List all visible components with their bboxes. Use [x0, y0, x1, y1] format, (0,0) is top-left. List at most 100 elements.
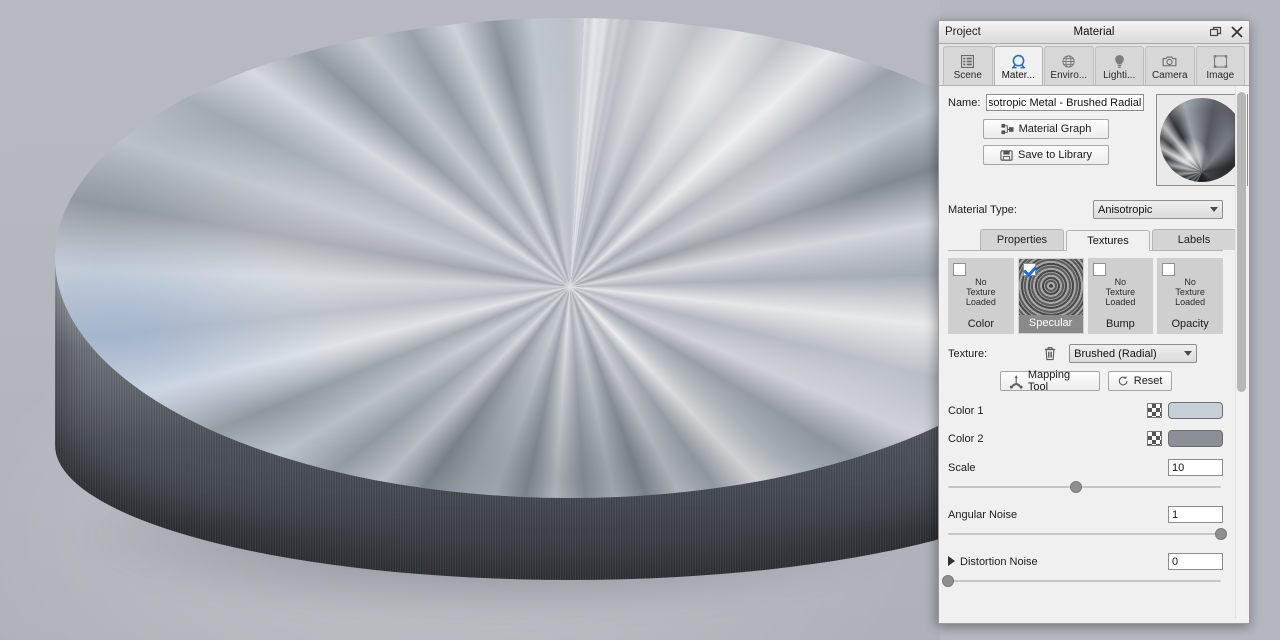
- texture-slot-specular-caption: Specular: [1019, 315, 1083, 333]
- color-1-swatch[interactable]: [1168, 402, 1223, 419]
- tab-scene-label: Scene: [954, 71, 982, 81]
- material-type-label: Material Type:: [948, 204, 1017, 216]
- texture-slot-color[interactable]: NoTextureLoaded Color: [948, 258, 1014, 334]
- subtab-textures[interactable]: Textures: [1066, 230, 1150, 251]
- texture-slot-bump-status: NoTextureLoaded: [1105, 277, 1135, 308]
- tab-material[interactable]: Mater...: [994, 46, 1044, 85]
- mapping-tool-button[interactable]: Mapping Tool: [1000, 371, 1100, 391]
- vertical-scrollbar[interactable]: [1235, 86, 1247, 619]
- sphere-icon: [1010, 53, 1027, 70]
- distortion-noise-slider[interactable]: [948, 574, 1221, 588]
- angular-noise-slider-knob[interactable]: [1215, 528, 1227, 540]
- mapping-tool-label: Mapping Tool: [1028, 369, 1091, 393]
- tab-environment[interactable]: Enviro...: [1044, 46, 1094, 85]
- name-row: Name:: [948, 94, 1144, 111]
- distortion-noise-input[interactable]: [1168, 553, 1223, 570]
- color-2-swatch[interactable]: [1168, 430, 1223, 447]
- texture-slot-bump-caption: Bump: [1089, 316, 1153, 333]
- texture-slot-opacity[interactable]: NoTextureLoaded Opacity: [1157, 258, 1223, 334]
- vertical-scrollbar-thumb[interactable]: [1237, 92, 1246, 392]
- name-section: Name: Material Graph: [948, 94, 1223, 186]
- distortion-noise-expand-triangle-icon[interactable]: [948, 556, 955, 566]
- distortion-noise-row: Distortion Noise: [948, 553, 1223, 570]
- tab-material-label: Mater...: [1002, 71, 1035, 81]
- texture-slot-bump[interactable]: NoTextureLoaded Bump: [1088, 258, 1154, 334]
- tab-scene[interactable]: Scene: [943, 46, 993, 85]
- texture-label: Texture:: [948, 348, 987, 360]
- sub-tab-strip: Properties Textures Labels: [948, 229, 1223, 251]
- trash-icon[interactable]: [1043, 346, 1057, 361]
- scale-slider[interactable]: [948, 480, 1221, 494]
- material-preview-sphere: [1160, 98, 1244, 182]
- save-to-library-button[interactable]: Save to Library: [983, 145, 1109, 165]
- color-1-label: Color 1: [948, 405, 983, 417]
- material-panel: Project Material Scene: [938, 20, 1250, 624]
- angular-noise-slider[interactable]: [948, 527, 1221, 541]
- texture-slot-color-status: NoTextureLoaded: [966, 277, 996, 308]
- angular-noise-input[interactable]: [1168, 506, 1223, 523]
- color-1-row: Color 1: [948, 402, 1223, 419]
- texture-row: Texture: Brushed (Radial): [948, 344, 1223, 363]
- texture-slot-specular-checkbox[interactable]: [1023, 263, 1036, 276]
- scale-label: Scale: [948, 462, 976, 474]
- texture-slot-opacity-caption: Opacity: [1158, 316, 1222, 333]
- angular-noise-row: Angular Noise: [948, 506, 1223, 523]
- 3d-viewport[interactable]: [0, 0, 940, 640]
- color-2-checker-swatch-icon[interactable]: [1147, 431, 1162, 446]
- texture-slot-specular[interactable]: Specular: [1018, 258, 1084, 334]
- material-type-row: Material Type: Anisotropic: [948, 200, 1223, 219]
- close-icon[interactable]: [1231, 26, 1243, 38]
- distortion-noise-slider-knob[interactable]: [942, 575, 954, 587]
- name-label: Name:: [948, 97, 986, 109]
- material-graph-button[interactable]: Material Graph: [983, 119, 1109, 139]
- texture-slot-grid: NoTextureLoaded Color Specular NoTexture…: [948, 258, 1223, 334]
- distortion-noise-label: Distortion Noise: [960, 556, 1038, 568]
- scale-row: Scale: [948, 459, 1223, 476]
- texture-action-buttons: Mapping Tool Reset: [948, 371, 1223, 391]
- main-tab-strip: Scene Mater... Enviro... L: [939, 44, 1249, 86]
- tab-lighting[interactable]: Lighti...: [1095, 46, 1145, 85]
- lightbulb-icon: [1111, 53, 1128, 70]
- color-1-checker-swatch-icon[interactable]: [1147, 403, 1162, 418]
- globe-icon: [1060, 53, 1077, 70]
- tab-image-label: Image: [1206, 71, 1234, 81]
- texture-select[interactable]: Brushed (Radial): [1069, 344, 1197, 363]
- panel-scroll-area: Name: Material Graph: [948, 94, 1239, 588]
- tab-lighting-label: Lighti...: [1103, 71, 1135, 81]
- distortion-noise-label-group: Distortion Noise: [948, 556, 1038, 568]
- texture-slot-color-caption: Color: [949, 316, 1013, 333]
- tab-camera-label: Camera: [1152, 71, 1188, 81]
- panel-body: Name: Material Graph: [939, 86, 1249, 623]
- subtab-properties[interactable]: Properties: [980, 229, 1064, 250]
- scale-input[interactable]: [1168, 459, 1223, 476]
- reset-label: Reset: [1134, 375, 1163, 387]
- mapping-axes-icon: [1009, 374, 1023, 389]
- material-name-input[interactable]: [986, 94, 1144, 111]
- color-2-label: Color 2: [948, 433, 983, 445]
- texture-slot-opacity-checkbox[interactable]: [1162, 263, 1175, 276]
- list-icon: [959, 53, 976, 70]
- texture-slot-color-checkbox[interactable]: [953, 263, 966, 276]
- tab-image[interactable]: Image: [1196, 46, 1246, 85]
- panel-titlebar[interactable]: Project Material: [939, 21, 1249, 44]
- material-type-select[interactable]: Anisotropic: [1093, 200, 1223, 219]
- material-graph-label: Material Graph: [1019, 123, 1092, 135]
- texture-select-value: Brushed (Radial): [1074, 348, 1178, 360]
- tab-environment-label: Enviro...: [1050, 71, 1087, 81]
- camera-icon: [1161, 53, 1178, 70]
- material-action-buttons: Material Graph Save to Library: [948, 119, 1144, 165]
- angular-noise-label: Angular Noise: [948, 509, 1017, 521]
- restore-window-icon[interactable]: [1210, 26, 1222, 38]
- panel-title: Material: [939, 26, 1249, 38]
- material-type-value: Anisotropic: [1098, 204, 1204, 216]
- chevron-down-icon: [1210, 207, 1218, 212]
- color-2-row: Color 2: [948, 430, 1223, 447]
- node-graph-icon: [1001, 123, 1014, 136]
- scale-slider-knob[interactable]: [1070, 481, 1082, 493]
- reset-button[interactable]: Reset: [1108, 371, 1172, 391]
- tab-camera[interactable]: Camera: [1145, 46, 1195, 85]
- texture-slot-bump-checkbox[interactable]: [1093, 263, 1106, 276]
- chevron-down-icon: [1184, 351, 1192, 356]
- subtab-labels[interactable]: Labels: [1152, 229, 1236, 250]
- metal-disc-top-face: [55, 18, 940, 498]
